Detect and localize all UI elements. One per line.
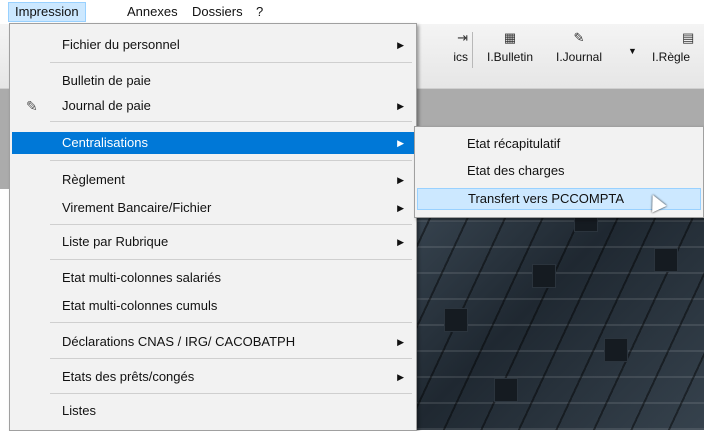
menu-help[interactable]: ? bbox=[250, 3, 269, 21]
regle-icon: ▤ bbox=[682, 30, 695, 45]
submenu-arrow-icon: ▶ bbox=[397, 337, 404, 347]
submenu-arrow-icon: ▶ bbox=[397, 101, 404, 111]
submenu-item-etat-recapitulatif[interactable]: Etat récapitulatif bbox=[417, 133, 701, 155]
menu-separator bbox=[50, 62, 412, 63]
journal-icon: ✎ bbox=[573, 30, 585, 45]
menu-item-liste-rubrique[interactable]: Liste par Rubrique ▶ bbox=[12, 231, 414, 253]
menu-separator bbox=[50, 121, 412, 122]
toolbar-item-partial[interactable]: ⇥ ics bbox=[412, 30, 468, 64]
menu-dossiers[interactable]: Dossiers bbox=[186, 3, 249, 21]
menu-item-reglement[interactable]: Règlement ▶ bbox=[12, 169, 414, 191]
submenu-arrow-icon: ▶ bbox=[397, 372, 404, 382]
menu-item-etat-multi-salaries[interactable]: Etat multi-colonnes salariés bbox=[12, 267, 414, 289]
menu-separator bbox=[50, 358, 412, 359]
menu-annexes[interactable]: Annexes bbox=[121, 3, 184, 21]
submenu-arrow-icon: ▶ bbox=[397, 203, 404, 213]
toolbar-dropdown-arrow-icon[interactable]: ▼ bbox=[628, 46, 637, 56]
menu-item-etat-multi-cumuls[interactable]: Etat multi-colonnes cumuls bbox=[12, 295, 414, 317]
menu-item-etats-prets-conges[interactable]: Etats des prêts/congés ▶ bbox=[12, 366, 414, 388]
menu-separator bbox=[50, 224, 412, 225]
menu-item-centralisations[interactable]: Centralisations ▶ bbox=[12, 132, 414, 154]
menubar: Impression Annexes Dossiers ? bbox=[0, 0, 704, 22]
submenu-arrow-icon: ▶ bbox=[397, 175, 404, 185]
menu-item-listes[interactable]: Listes bbox=[12, 400, 414, 422]
menu-item-bulletin-paie[interactable]: Bulletin de paie bbox=[12, 70, 414, 92]
background-wallpaper bbox=[405, 189, 704, 430]
toolbar-item-bulletin[interactable]: ▦ I.Bulletin bbox=[478, 30, 542, 64]
impression-dropdown-menu: Fichier du personnel ▶ Bulletin de paie … bbox=[9, 23, 417, 431]
submenu-item-etat-charges[interactable]: Etat des charges bbox=[417, 160, 701, 182]
menu-item-journal-paie[interactable]: ✎ Journal de paie ▶ bbox=[12, 95, 414, 117]
toolbar-separator bbox=[472, 32, 473, 68]
menu-separator bbox=[50, 259, 412, 260]
menu-separator bbox=[50, 160, 412, 161]
submenu-arrow-icon: ▶ bbox=[397, 237, 404, 247]
toolbar-partial-icon: ⇥ bbox=[457, 30, 468, 45]
toolbar-item-journal[interactable]: ✎ I.Journal bbox=[542, 30, 616, 64]
toolbar-item-regle[interactable]: ▤ I.Règle bbox=[644, 30, 704, 64]
menu-item-virement-bancaire[interactable]: Virement Bancaire/Fichier ▶ bbox=[12, 197, 414, 219]
bulletin-icon: ▦ bbox=[503, 30, 517, 45]
menu-item-fichier-personnel[interactable]: Fichier du personnel ▶ bbox=[12, 34, 414, 56]
journal-icon: ✎ bbox=[26, 98, 38, 114]
menu-item-declarations[interactable]: Déclarations CNAS / IRG/ CACOBATPH ▶ bbox=[12, 331, 414, 353]
menu-separator bbox=[50, 322, 412, 323]
menu-impression[interactable]: Impression bbox=[8, 2, 86, 22]
menu-separator bbox=[50, 393, 412, 394]
submenu-arrow-icon: ▶ bbox=[397, 40, 404, 50]
submenu-arrow-icon: ▶ bbox=[397, 138, 404, 148]
